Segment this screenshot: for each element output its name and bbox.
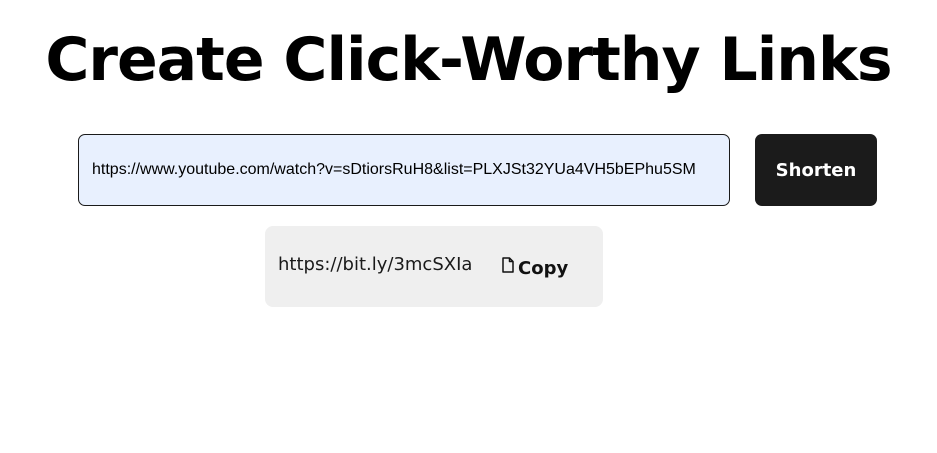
copy-button[interactable]: Copy [473,248,583,288]
url-input[interactable] [78,134,730,206]
copy-button-label: Copy [518,257,569,279]
document-icon [501,257,515,273]
short-url-text: https://bit.ly/3mcSXIa [278,254,473,275]
page-title: Create Click-Worthy Links [45,25,892,95]
result-card: https://bit.ly/3mcSXIa Copy [265,226,603,307]
shorten-button[interactable]: Shorten [755,134,877,206]
page: Create Click-Worthy Links Shorten https:… [0,0,937,453]
